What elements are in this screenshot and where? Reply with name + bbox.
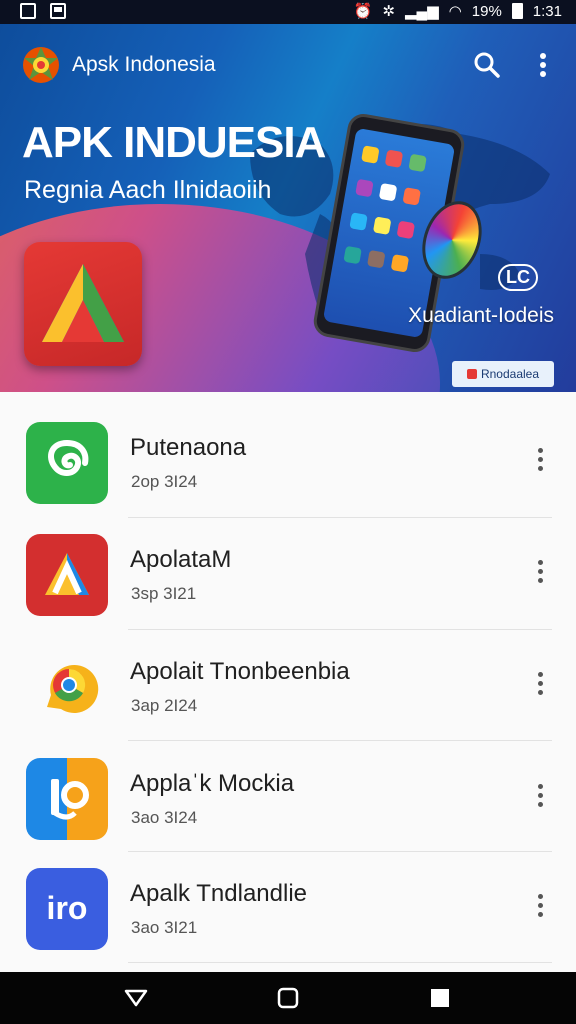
search-button[interactable] xyxy=(472,50,502,80)
promo-mark-icon xyxy=(466,369,477,379)
home-icon xyxy=(277,987,299,1009)
battery-percent: 19% xyxy=(471,2,502,20)
featured-app-icon[interactable] xyxy=(24,242,142,366)
app-date: 3ao 3I24 xyxy=(131,808,198,827)
list-item[interactable]: iro Apalk Tndlandlie 3ao 3I21 xyxy=(0,838,576,950)
gallery-notification-icon xyxy=(20,3,36,19)
app-bar: Apsk Indonesia xyxy=(20,40,558,90)
promo-logo: LC xyxy=(498,264,538,291)
app-name: Putenaona xyxy=(130,434,247,461)
green-swirl-icon xyxy=(26,422,108,504)
app-date: 3ap 2I24 xyxy=(131,696,198,715)
list-item[interactable]: Putenaona 2op 3I24 xyxy=(0,392,576,504)
promo-button-label: Rnodaalea xyxy=(480,367,540,381)
clock: 1:31 xyxy=(532,2,562,20)
battery-icon xyxy=(511,3,523,19)
more-options-button[interactable] xyxy=(524,666,556,700)
app-name: Apalk Tndlandlie xyxy=(130,880,308,907)
svg-text:iro: iro xyxy=(47,890,88,926)
banner-title: APK INDUESIA xyxy=(22,118,326,167)
chrome-chat-icon xyxy=(26,646,108,728)
alarm-icon: ⏰ xyxy=(353,3,373,20)
more-options-button[interactable] xyxy=(524,888,556,922)
more-options-button[interactable] xyxy=(524,554,556,588)
more-vert-icon xyxy=(540,53,546,77)
search-icon xyxy=(474,52,500,78)
promo-text: Xuadiant-Iodeis xyxy=(408,304,554,327)
back-button[interactable] xyxy=(114,978,158,1018)
more-options-button[interactable] xyxy=(524,778,556,812)
signal-icon: ▂▄▆ xyxy=(404,3,439,20)
app-name: ApolataM xyxy=(130,546,232,573)
app-title: Apsk Indonesia xyxy=(72,53,216,76)
more-options-button[interactable] xyxy=(524,442,556,476)
list-item[interactable]: ApolataM 3sp 3I21 xyxy=(0,504,576,616)
status-bar: ⏰ ✲ ▂▄▆ ◠ 19% 1:31 xyxy=(0,0,576,24)
banner-subtitle: Regnia Aach Ilnidaoiih xyxy=(24,176,272,204)
app-name: Apolait Tnonbeenbia xyxy=(130,658,350,685)
promo-button[interactable]: Rnodaalea xyxy=(452,361,554,387)
back-icon xyxy=(124,989,148,1007)
list-item[interactable]: Applaˈk Mockia 3ao 3I24 xyxy=(0,728,576,840)
divider xyxy=(128,962,552,963)
list-item[interactable]: Apolait Tnonbeenbia 3ap 2I24 xyxy=(0,616,576,728)
app-date: 3sp 3I21 xyxy=(131,584,197,603)
app-date: 3ao 3I21 xyxy=(131,918,198,937)
recents-button[interactable] xyxy=(418,978,462,1018)
hero-banner[interactable]: Apsk Indonesia APK INDUESIA Regnia Aach … xyxy=(0,24,576,392)
app-date: 2op 3I24 xyxy=(131,472,198,491)
app-logo xyxy=(23,47,59,83)
overflow-menu-button[interactable] xyxy=(528,50,558,80)
message-notification-icon xyxy=(50,3,66,19)
red-a-icon xyxy=(26,534,108,616)
triangle-a-icon xyxy=(42,264,124,342)
app-name: Applaˈk Mockia xyxy=(130,770,295,797)
sync-icon: ✲ xyxy=(382,3,395,20)
io-icon xyxy=(26,758,108,840)
recents-icon xyxy=(431,989,449,1007)
system-nav-bar xyxy=(0,972,576,1024)
wifi-icon: ◠ xyxy=(448,3,462,20)
home-button[interactable] xyxy=(266,978,310,1018)
app-list: Putenaona 2op 3I24 ApolataM 3sp 3I21 Apo… xyxy=(0,392,576,972)
iro-icon: iro xyxy=(26,868,108,950)
